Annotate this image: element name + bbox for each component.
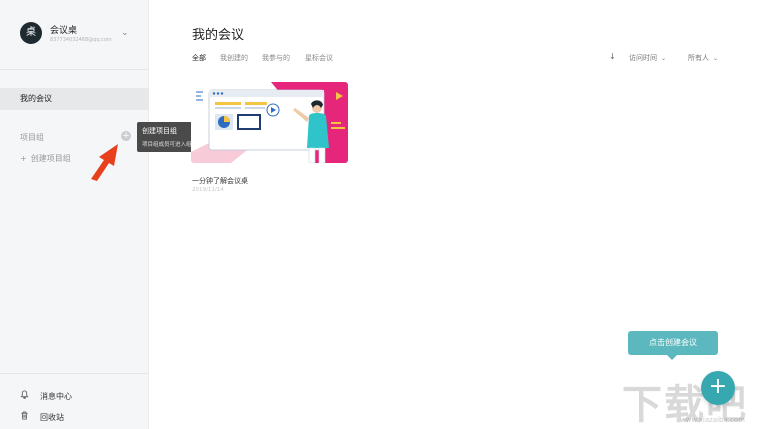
create-group-link[interactable]: + 创建项目组: [20, 153, 71, 164]
bell-icon: [20, 390, 30, 401]
meeting-card-date: 2019/11/14: [192, 187, 224, 193]
chevron-down-icon: ⌄: [713, 55, 719, 62]
avatar[interactable]: 桌: [20, 22, 42, 44]
sort-label: 访问时间: [629, 54, 657, 62]
project-group-heading: 项目组: [20, 133, 44, 142]
create-meeting-hint: 点击创建会议: [628, 331, 718, 355]
tab-joined[interactable]: 我参与的: [262, 53, 290, 63]
sort-dropdown[interactable]: 访问时间 ⌄: [629, 53, 666, 63]
account-name: 会议桌: [50, 26, 78, 36]
trash-icon: [20, 411, 30, 422]
account-email: 837734032468@qq.com: [50, 37, 112, 43]
tab-created[interactable]: 我创建的: [220, 53, 248, 63]
sidebar-item-label: 我的会议: [20, 94, 52, 103]
sidebar: 桌 会议桌 837734032468@qq.com ⌄ 我的会议 项目组 + +…: [0, 0, 149, 429]
page-title: 我的会议: [192, 28, 245, 43]
tab-all[interactable]: 全部: [192, 53, 206, 63]
tab-starred[interactable]: 星标会议: [305, 53, 333, 63]
red-arrow-icon: [91, 144, 118, 181]
sidebar-item-messages[interactable]: 消息中心: [20, 390, 72, 402]
meeting-card-title[interactable]: 一分钟了解会议桌: [192, 176, 248, 186]
tooltip-title: 创建项目组: [142, 127, 177, 135]
owner-label: 所有人: [688, 54, 709, 62]
account-switcher[interactable]: 桌 会议桌 837734032468@qq.com ⌄: [0, 0, 149, 70]
watermark-url: www.xiazaiba.com: [680, 416, 745, 424]
sidebar-bottom-nav: 消息中心 回收站: [0, 373, 149, 429]
add-group-icon[interactable]: +: [121, 131, 131, 141]
sidebar-item-trash[interactable]: 回收站: [20, 411, 64, 423]
sidebar-item-my-meetings[interactable]: 我的会议: [0, 88, 149, 110]
create-meeting-button[interactable]: +: [701, 371, 735, 405]
intro-illustration-icon: [191, 82, 348, 163]
sort-direction-icon[interactable]: ↓: [609, 52, 616, 61]
sidebar-item-label: 回收站: [40, 413, 64, 422]
meeting-card-thumbnail[interactable]: [191, 82, 348, 163]
sidebar-item-label: 消息中心: [40, 392, 72, 401]
hint-tail: [667, 355, 677, 360]
chevron-down-icon[interactable]: ⌄: [121, 28, 129, 38]
chevron-down-icon: ⌄: [661, 55, 667, 62]
owner-dropdown[interactable]: 所有人 ⌄: [688, 53, 718, 63]
create-group-label: 创建项目组: [30, 154, 71, 163]
plus-icon: +: [20, 154, 27, 163]
